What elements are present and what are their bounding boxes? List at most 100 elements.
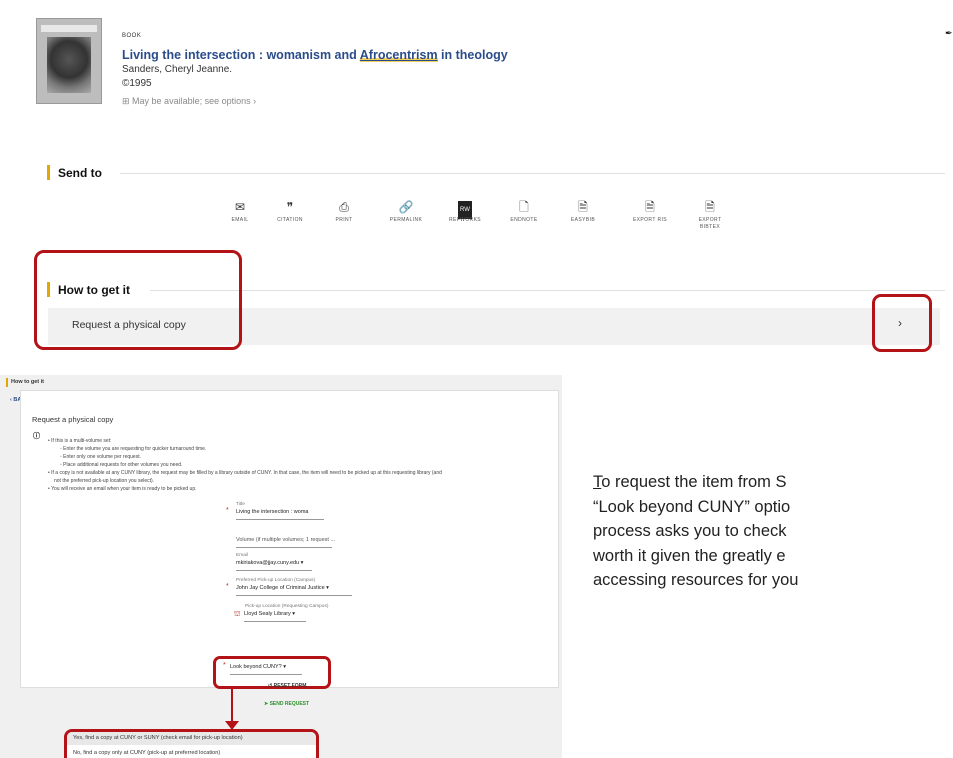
field-underline xyxy=(236,519,324,520)
availability-status[interactable]: ⊞ May be available; see options › xyxy=(122,96,256,107)
requesting-pickup-value: Lloyd Sealy Library xyxy=(244,611,291,617)
record-view-panel: BOOK Living the intersection : womanism … xyxy=(0,0,953,372)
send-citation-button[interactable]: ❞ CITATION xyxy=(262,199,318,224)
option-yes-cuny-suny[interactable]: Yes, find a copy at CUNY or SUNY (check … xyxy=(67,732,316,745)
bib-document-icon: 🗎 xyxy=(578,200,588,214)
item-type-label: BOOK xyxy=(122,33,142,39)
callout-arrow-line xyxy=(231,688,233,724)
send-to-heading: Send to xyxy=(58,166,102,180)
record-author: Sanders, Cheryl Jeanne. xyxy=(122,64,233,75)
look-beyond-options-list: Yes, find a copy at CUNY or SUNY (check … xyxy=(64,729,319,758)
dropdown-arrow-icon: ▾ xyxy=(299,560,304,566)
bullet-text: Enter only one volume per request. xyxy=(63,454,141,460)
chevron-right-icon[interactable]: › xyxy=(898,316,902,330)
highlight-box-expand-arrow[interactable]: › xyxy=(872,294,932,352)
record-title-part1[interactable]: Living the intersection : womanism and xyxy=(122,48,360,62)
pin-icon[interactable]: ✒ xyxy=(945,28,953,39)
send-request-button[interactable]: ➤ SEND REQUEST xyxy=(264,701,309,707)
bullet-text: If this is a multi-volume set: xyxy=(51,438,112,444)
field-underline xyxy=(236,595,352,596)
dropdown-arrow-icon: ▾ xyxy=(324,585,329,591)
bullet-item: • You will receive an email when your it… xyxy=(48,486,197,492)
bullet-item: • If a copy is not available at any CUNY… xyxy=(48,470,442,476)
bullet-item: ◦ Enter the volume you are requesting fo… xyxy=(60,446,207,452)
chevron-right-icon: › xyxy=(250,96,257,106)
send-item-label: EMAIL xyxy=(231,217,249,223)
library-icon: ⛫ xyxy=(234,611,241,618)
send-easybib-button[interactable]: 🗎 EASYBIB xyxy=(555,199,611,224)
instruction-first-letter: T xyxy=(593,473,602,491)
reset-form-button[interactable]: ↺ RESET FORM xyxy=(268,683,306,689)
send-item-label: ENDNOTE xyxy=(510,217,538,223)
book-cover-thumbnail[interactable] xyxy=(36,18,102,104)
printer-icon: ⎙ xyxy=(339,200,349,214)
send-item-label: PRINT xyxy=(335,217,353,223)
field-underline xyxy=(244,621,306,622)
instruction-line-1: To request the item from S xyxy=(593,470,953,495)
record-title[interactable]: Living the intersection : womanism and A… xyxy=(122,48,508,62)
instruction-line-2: “Look beyond CUNY” optio xyxy=(593,497,791,516)
divider xyxy=(150,290,945,291)
dropdown-arrow-icon: ▾ xyxy=(290,611,296,617)
send-item-label: EASYBIB xyxy=(570,217,596,223)
bullet-item: not the preferred pick-up location you s… xyxy=(54,478,154,484)
record-title-highlight[interactable]: Afrocentrism xyxy=(359,48,438,62)
send-refworks-button[interactable]: RW REFWORKS xyxy=(437,199,493,224)
email-field-label: Email xyxy=(236,553,248,558)
option-no-label: No, find a copy only at CUNY (pick-up at… xyxy=(73,750,221,756)
bullet-text: Enter the volume you are requesting for … xyxy=(63,446,207,452)
envelope-icon: ✉ xyxy=(234,200,246,214)
send-export-ris-button[interactable]: 🗎 EXPORT RIS xyxy=(622,199,678,224)
send-export-bibtex-button[interactable]: 🗎 EXPORT BIBTEX xyxy=(682,199,738,231)
send-item-label: PERMALINK xyxy=(389,217,423,223)
record-year: ©1995 xyxy=(122,78,152,89)
document-icon: 🗋 xyxy=(519,200,529,214)
form-section-heading: How to get it xyxy=(11,379,44,385)
bullet-text: You will receive an email when your item… xyxy=(51,486,197,492)
bullet-item: • If this is a multi-volume set: xyxy=(48,438,112,444)
bullet-text: If a copy is not available at any CUNY l… xyxy=(51,470,442,476)
required-marker: * xyxy=(226,583,229,590)
quote-icon: ❞ xyxy=(286,200,294,214)
send-permalink-button[interactable]: 🔗 PERMALINK xyxy=(378,199,434,224)
export-document-icon: 🗎 xyxy=(645,200,655,214)
reset-form-label: RESET FORM xyxy=(273,683,307,689)
title-field[interactable]: Living the intersection : woma xyxy=(236,509,308,515)
send-print-button[interactable]: ⎙ PRINT xyxy=(316,199,372,224)
form-panel-title: Request a physical copy xyxy=(32,415,114,424)
export-bibtex-icon: 🗎 xyxy=(705,200,715,214)
instruction-line-5: accessing resources for you xyxy=(593,571,799,589)
send-email-button[interactable]: ✉ EMAIL xyxy=(212,199,268,224)
option-yes-label: Yes, find a copy at CUNY or SUNY (check … xyxy=(73,735,243,741)
record-title-part2[interactable]: in theology xyxy=(438,48,508,62)
info-icon: ⓘ xyxy=(33,433,40,440)
instruction-text: To request the item from S “Look beyond … xyxy=(593,470,953,620)
bullet-item: ◦ Place additional requests for other vo… xyxy=(60,462,183,468)
send-request-label: SEND REQUEST xyxy=(269,701,310,707)
section-accent-bar xyxy=(6,378,8,387)
requesting-pickup-label: Pick-up Location (Requesting Campus) xyxy=(245,604,329,609)
volume-input[interactable]: Volume (if multiple volumes; 1 request .… xyxy=(236,537,335,543)
send-endnote-button[interactable]: 🗋 ENDNOTE xyxy=(496,199,552,224)
send-item-label: EXPORT BIBTEX xyxy=(698,217,722,230)
option-no-cuny-only[interactable]: No, find a copy only at CUNY (pick-up at… xyxy=(67,745,316,758)
instruction-line-1-text: o request the item from S xyxy=(601,473,787,491)
bullet-text: not the preferred pick-up location you s… xyxy=(54,478,155,484)
section-accent-bar xyxy=(47,165,50,180)
refworks-icon: RW xyxy=(437,199,493,219)
instruction-line-3: process asks you to check xyxy=(593,522,787,540)
preferred-pickup-value: John Jay College of Criminal Justice xyxy=(236,585,325,591)
preferred-pickup-select[interactable]: John Jay College of Criminal Justice ▾ xyxy=(236,585,329,591)
bullet-item: ◦ Enter only one volume per request. xyxy=(60,454,141,460)
email-value: mkiriakova@jjay.cuny.edu xyxy=(236,560,300,566)
send-item-label: CITATION xyxy=(277,217,303,223)
send-item-label: REFWORKS xyxy=(448,217,482,223)
divider xyxy=(120,173,945,174)
link-icon: 🔗 xyxy=(398,200,414,214)
bullet-text: Place additional requests for other volu… xyxy=(63,462,183,468)
email-select[interactable]: mkiriakova@jjay.cuny.edu ▾ xyxy=(236,560,303,566)
title-field-label: Title xyxy=(236,502,245,507)
instruction-line-4: worth it given the greatly e xyxy=(593,546,786,565)
requesting-pickup-select[interactable]: Lloyd Sealy Library ▾ xyxy=(244,611,295,617)
required-marker: * xyxy=(226,507,229,514)
